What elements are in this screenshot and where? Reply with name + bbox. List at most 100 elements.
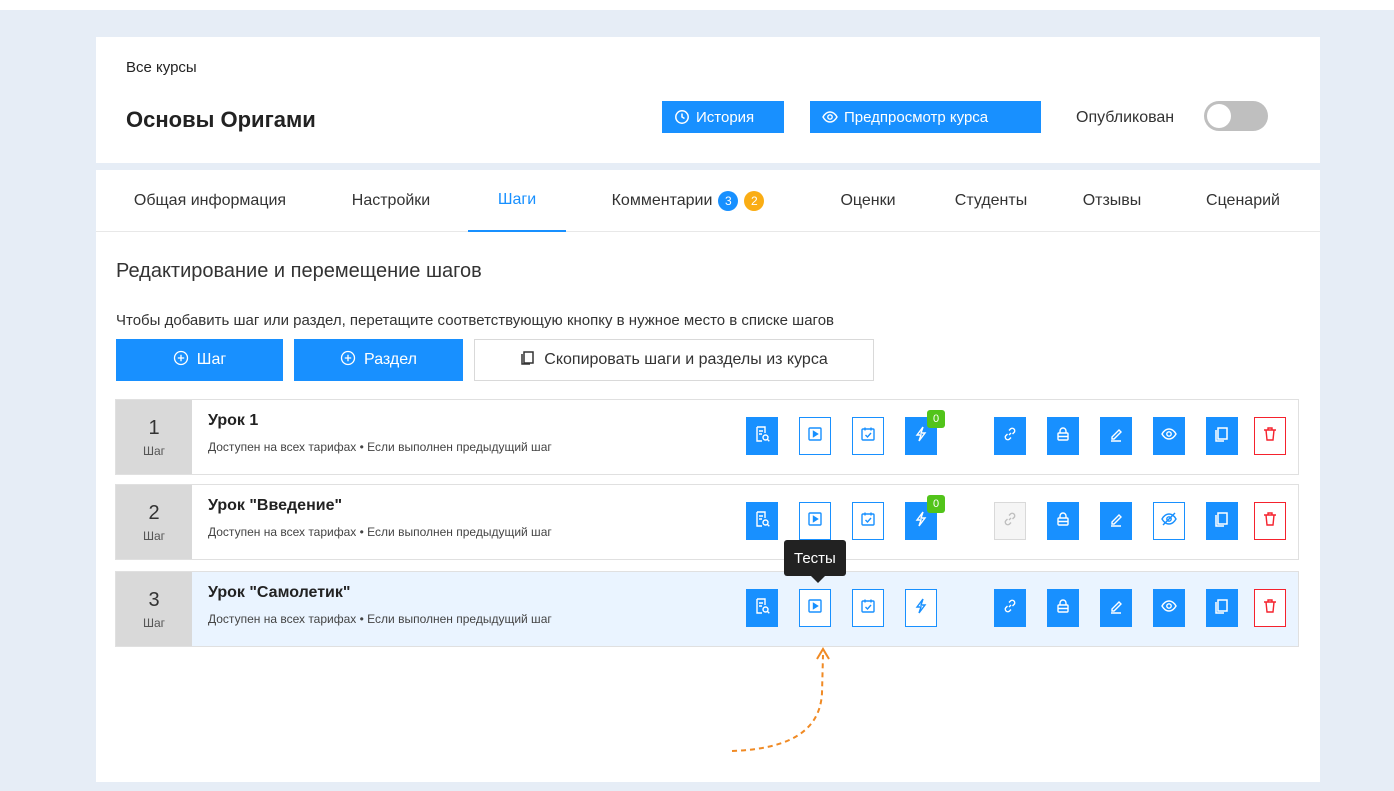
step-delete-button[interactable] — [1254, 502, 1286, 540]
calendar-check-icon — [859, 510, 877, 533]
step-unit: Шаг — [142, 528, 166, 543]
tooltip-arrow — [811, 576, 825, 583]
step-number: 3 — [148, 588, 160, 611]
trash-icon — [1261, 425, 1279, 448]
tab-scenario[interactable]: Сценарий — [1188, 170, 1298, 232]
step-delete-button[interactable] — [1254, 589, 1286, 627]
step-subtitle: Доступен на всех тарифах • Если выполнен… — [208, 525, 552, 539]
step-visibility-button[interactable] — [1153, 417, 1185, 455]
step-access-button[interactable] — [1047, 417, 1079, 455]
tab-students[interactable]: Студенты — [936, 170, 1046, 232]
lightning-icon — [912, 425, 930, 448]
step-title[interactable]: Урок 1 — [208, 412, 258, 430]
eye-off-icon — [1160, 510, 1178, 533]
step-link-button[interactable] — [994, 417, 1026, 455]
trash-icon — [1261, 510, 1279, 533]
tab-label: Шаги — [497, 191, 537, 208]
toggle-knob — [1207, 104, 1231, 128]
tab-comments[interactable]: Комментарии 3 2 — [588, 170, 788, 232]
step-number-cell[interactable]: 3 Шаг — [116, 572, 192, 646]
step-condition: Если выполнен предыдущий шаг — [367, 612, 552, 626]
document-search-icon — [753, 597, 771, 620]
steps-card: Общая информация Настройки Шаги Коммента… — [96, 170, 1320, 782]
step-copy-button[interactable] — [1206, 589, 1238, 627]
step-row[interactable]: 2 Шаг Урок "Введение" Доступен на всех т… — [115, 484, 1299, 560]
step-triggers-button[interactable]: 0 — [905, 495, 945, 540]
step-content-button[interactable] — [746, 417, 778, 455]
lightning-icon — [912, 510, 930, 533]
step-delete-button[interactable] — [1254, 417, 1286, 455]
step-edit-button[interactable] — [1100, 417, 1132, 455]
step-number-cell[interactable]: 2 Шаг — [116, 485, 192, 559]
step-tests-button[interactable] — [799, 417, 831, 455]
step-number: 2 — [148, 501, 160, 524]
step-row[interactable]: 3 Шаг Урок "Самолетик" Доступен на всех … — [115, 571, 1299, 647]
step-number-cell[interactable]: 1 Шаг — [116, 400, 192, 474]
copy-icon — [1213, 597, 1231, 620]
preview-course-button[interactable]: Предпросмотр курса — [810, 101, 1041, 133]
step-copy-button[interactable] — [1206, 417, 1238, 455]
step-condition: Если выполнен предыдущий шаг — [367, 440, 552, 454]
step-edit-button[interactable] — [1100, 502, 1132, 540]
course-header: Все курсы Основы Оригами История Предпро… — [96, 37, 1320, 163]
published-label: Опубликован — [1076, 109, 1175, 126]
page-title: Основы Оригами — [126, 107, 316, 132]
copy-steps-button[interactable]: Скопировать шаги и разделы из курса — [474, 339, 874, 381]
step-task-button[interactable] — [852, 502, 884, 540]
tab-settings[interactable]: Настройки — [336, 170, 446, 232]
calendar-check-icon — [859, 425, 877, 448]
add-section-button[interactable]: Раздел — [294, 339, 463, 381]
history-icon — [674, 109, 690, 125]
step-condition: Если выполнен предыдущий шаг — [367, 525, 552, 539]
step-access-button[interactable] — [1047, 589, 1079, 627]
tab-label: Сценарий — [1206, 192, 1280, 209]
link-icon — [1001, 597, 1019, 620]
step-tests-button[interactable] — [799, 502, 831, 540]
step-triggers-button[interactable] — [905, 589, 937, 627]
step-access-button[interactable] — [1047, 502, 1079, 540]
tab-steps[interactable]: Шаги — [468, 170, 566, 232]
step-edit-button[interactable] — [1100, 589, 1132, 627]
step-task-button[interactable] — [852, 417, 884, 455]
step-content-button[interactable] — [746, 502, 778, 540]
step-visibility-button[interactable] — [1153, 502, 1185, 540]
lightning-icon — [912, 597, 930, 620]
tab-grades[interactable]: Оценки — [818, 170, 918, 232]
step-link-button[interactable] — [994, 589, 1026, 627]
triggers-count-badge: 0 — [927, 410, 945, 428]
tab-label: Настройки — [351, 192, 431, 209]
step-row[interactable]: 1 Шаг Урок 1 Доступен на всех тарифах • … — [115, 399, 1299, 475]
bullet-separator: • — [356, 525, 368, 539]
published-toggle[interactable] — [1204, 101, 1268, 131]
step-triggers-button[interactable]: 0 — [905, 410, 945, 455]
breadcrumb-all-courses[interactable]: Все курсы — [126, 59, 197, 76]
copy-steps-label: Скопировать шаги и разделы из курса — [544, 351, 828, 368]
bullet-separator: • — [356, 440, 368, 454]
step-visibility-button[interactable] — [1153, 589, 1185, 627]
lock-icon — [1054, 425, 1072, 448]
history-button[interactable]: История — [662, 101, 784, 133]
tab-reviews[interactable]: Отзывы — [1062, 170, 1162, 232]
step-task-button[interactable] — [852, 589, 884, 627]
tests-tooltip: Тесты — [784, 540, 846, 576]
tab-general-info[interactable]: Общая информация — [110, 170, 310, 232]
step-link-button[interactable] — [994, 502, 1026, 540]
comments-badge-pending: 2 — [744, 191, 765, 211]
tab-label: Комментарии — [611, 192, 713, 209]
copy-icon — [1213, 510, 1231, 533]
eye-icon — [1160, 597, 1178, 620]
step-content-button[interactable] — [746, 589, 778, 627]
step-tests-button[interactable] — [799, 589, 831, 627]
section-title: Редактирование и перемещение шагов — [116, 260, 482, 282]
step-title[interactable]: Урок "Введение" — [208, 497, 342, 515]
link-icon — [1001, 510, 1019, 533]
step-copy-button[interactable] — [1206, 502, 1238, 540]
eye-icon — [822, 109, 838, 125]
step-title[interactable]: Урок "Самолетик" — [208, 584, 350, 602]
preview-label: Предпросмотр курса — [844, 108, 989, 126]
play-box-icon — [806, 425, 824, 448]
copy-icon — [520, 350, 536, 371]
step-access: Доступен на всех тарифах — [208, 525, 357, 539]
top-strip — [0, 0, 1394, 10]
add-step-button[interactable]: Шаг — [116, 339, 283, 381]
